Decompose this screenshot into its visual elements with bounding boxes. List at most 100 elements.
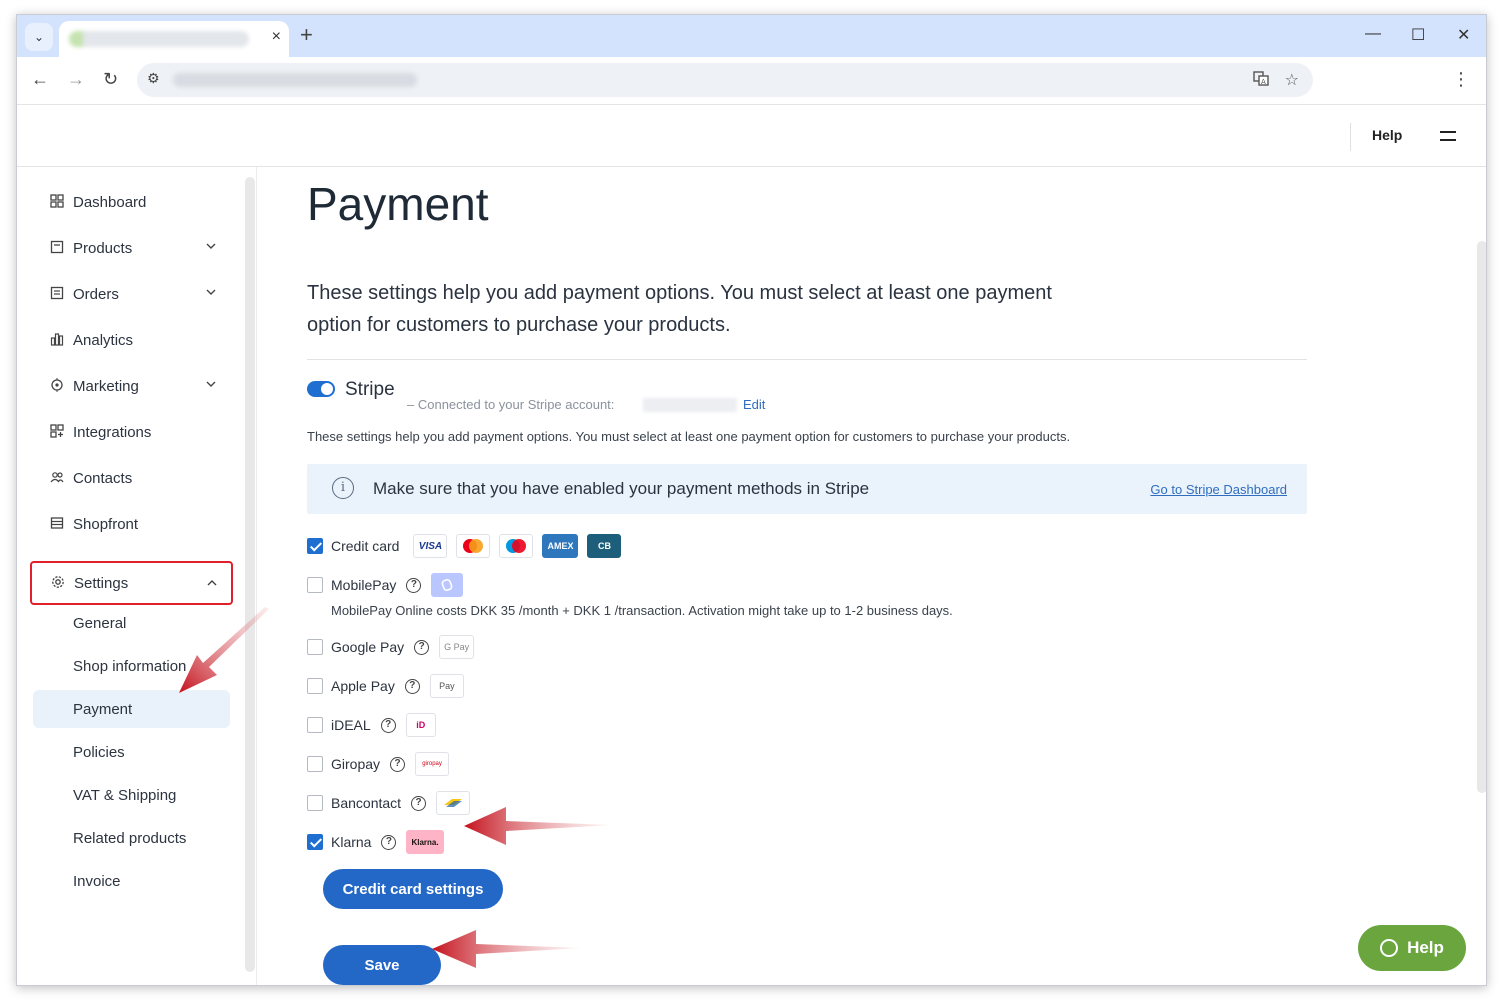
header-divider (1350, 123, 1351, 151)
question-icon[interactable]: ? (380, 717, 396, 733)
question-icon[interactable]: ? (411, 795, 427, 811)
browser-tab[interactable]: × (59, 21, 289, 57)
chevron-down-icon (206, 286, 216, 300)
question-icon[interactable]: ? (381, 834, 397, 850)
sidebar-item-shopfront[interactable]: Shopfront (33, 504, 230, 544)
sidebar-item-label: Marketing (73, 377, 139, 395)
payment-method-label: Apple Pay (331, 678, 395, 694)
info-banner-text: Make sure that you have enabled your pay… (373, 479, 870, 498)
save-button[interactable]: Save (323, 945, 441, 985)
sidebar-item-products[interactable]: Products (33, 228, 230, 268)
address-bar[interactable]: ⚙ A ☆ (137, 63, 1313, 97)
ideal-checkbox[interactable] (307, 717, 323, 733)
payment-method-giropay: Giropay ? giropay (307, 752, 458, 776)
sidebar-item-label: Analytics (73, 331, 134, 349)
sidebar-item-marketing[interactable]: Marketing (33, 366, 230, 406)
klarna-logo-icon: Klarna. (406, 830, 444, 854)
giropay-text: giropay (422, 761, 442, 767)
chevron-down-icon (206, 378, 216, 392)
browser-window: ⌄ × + — ☐ ✕ ← → ↻ ⚙ A ☆ ⋮ Help Dashboard… (16, 14, 1487, 986)
mobilepay-checkbox[interactable] (307, 577, 323, 593)
klarna-checkbox[interactable] (307, 834, 323, 850)
gear-icon (48, 575, 68, 592)
main-content: Payment These settings help you add paym… (257, 167, 1486, 985)
sidebar-subitem-shop-information[interactable]: Shop information (33, 647, 230, 685)
cb-logo-icon: CB (587, 534, 622, 558)
sidebar-item-integrations[interactable]: Integrations (33, 412, 230, 452)
bancontact-checkbox[interactable] (307, 795, 323, 811)
svg-text:A: A (1261, 78, 1266, 86)
stripe-label: Stripe (345, 379, 395, 400)
header-help-link[interactable]: Help (1372, 127, 1402, 143)
payment-method-google-pay: Google Pay ? G Pay (307, 635, 483, 659)
stripe-dashboard-link[interactable]: Go to Stripe Dashboard (1150, 482, 1287, 497)
apple-pay-logo-icon: Pay (429, 674, 464, 698)
page-lead-text: These settings help you add payment opti… (307, 282, 1052, 336)
sidebar-item-dashboard[interactable]: Dashboard (33, 182, 230, 222)
new-tab-icon[interactable]: + (300, 24, 313, 46)
sidebar-scrollbar[interactable] (245, 177, 255, 972)
plug-icon (47, 423, 67, 441)
payment-method-credit-card: Credit card VISA AMEX CB (307, 534, 630, 558)
sidebar-item-analytics[interactable]: Analytics (33, 320, 230, 360)
forward-icon[interactable]: → (67, 69, 85, 90)
mobilepay-logo-icon (431, 573, 464, 597)
giropay-logo-icon: giropay (415, 752, 450, 776)
stripe-edit-link[interactable]: Edit (743, 397, 765, 412)
sidebar-item-label: Dashboard (73, 193, 147, 211)
credit-card-settings-button[interactable]: Credit card settings (323, 869, 503, 909)
stripe-connected-text: – Connected to your Stripe account: (407, 397, 615, 412)
question-icon[interactable]: ? (414, 639, 430, 655)
payment-method-apple-pay: Apple Pay ? Pay (307, 674, 473, 698)
sidebar-subitem-related-products[interactable]: Related products (33, 819, 230, 857)
stripe-toggle[interactable] (307, 381, 335, 397)
hamburger-menu-icon[interactable] (1440, 131, 1456, 147)
main-scrollbar[interactable] (1477, 241, 1486, 793)
sidebar-subitem-payment[interactable]: Payment (33, 690, 230, 728)
credit-card-checkbox[interactable] (307, 538, 323, 554)
bookmark-star-icon[interactable]: ☆ (1285, 70, 1299, 90)
sidebar-item-contacts[interactable]: Contacts (33, 458, 230, 498)
app-header: Help (17, 105, 1486, 167)
sidebar-subitem-general[interactable]: General (33, 604, 230, 642)
translate-icon[interactable]: A (1253, 70, 1269, 91)
tab-strip: ⌄ × + — ☐ ✕ (17, 15, 1486, 57)
amex-text: AMEX (547, 541, 574, 551)
tab-title-blurred (69, 31, 249, 47)
question-icon[interactable]: ? (406, 577, 422, 593)
store-icon (47, 516, 67, 533)
maximize-icon[interactable]: ☐ (1411, 25, 1425, 45)
back-icon[interactable]: ← (31, 69, 49, 90)
sidebar-item-orders[interactable]: Orders (33, 274, 230, 314)
browser-toolbar: ← → ↻ ⚙ A ☆ ⋮ (17, 57, 1486, 105)
minimize-icon[interactable]: — (1365, 25, 1381, 43)
sidebar-subitem-vat-shipping[interactable]: VAT & Shipping (33, 776, 230, 814)
browser-menu-icon[interactable]: ⋮ (1452, 69, 1470, 90)
sidebar-item-label: Integrations (73, 423, 152, 441)
apple-pay-checkbox[interactable] (307, 678, 323, 694)
chevron-up-icon (207, 577, 217, 591)
page-title: Payment (307, 178, 489, 230)
grid-icon (47, 193, 67, 211)
info-icon: i (332, 477, 354, 499)
payment-method-ideal: iDEAL ? iD (307, 713, 445, 737)
google-pay-checkbox[interactable] (307, 639, 323, 655)
tab-close-icon[interactable]: × (272, 28, 281, 46)
bancontact-logo-icon (436, 791, 471, 815)
stripe-account-blurred (643, 398, 737, 412)
bar-chart-icon (47, 332, 67, 349)
site-settings-icon[interactable]: ⚙ (147, 70, 160, 87)
payment-method-label: MobilePay (331, 577, 397, 593)
tab-search-chevron-icon[interactable]: ⌄ (25, 23, 53, 51)
sidebar-subitem-policies[interactable]: Policies (33, 733, 230, 771)
target-icon (47, 377, 67, 395)
help-chat-label: Help (1407, 938, 1444, 957)
help-chat-button[interactable]: Help (1358, 925, 1466, 971)
reload-icon[interactable]: ↻ (103, 69, 118, 90)
sidebar-item-settings[interactable]: Settings (30, 561, 233, 605)
question-icon[interactable]: ? (404, 678, 420, 694)
sidebar-subitem-invoice[interactable]: Invoice (33, 862, 230, 900)
giropay-checkbox[interactable] (307, 756, 323, 772)
question-icon[interactable]: ? (390, 756, 406, 772)
close-window-icon[interactable]: ✕ (1457, 25, 1470, 45)
